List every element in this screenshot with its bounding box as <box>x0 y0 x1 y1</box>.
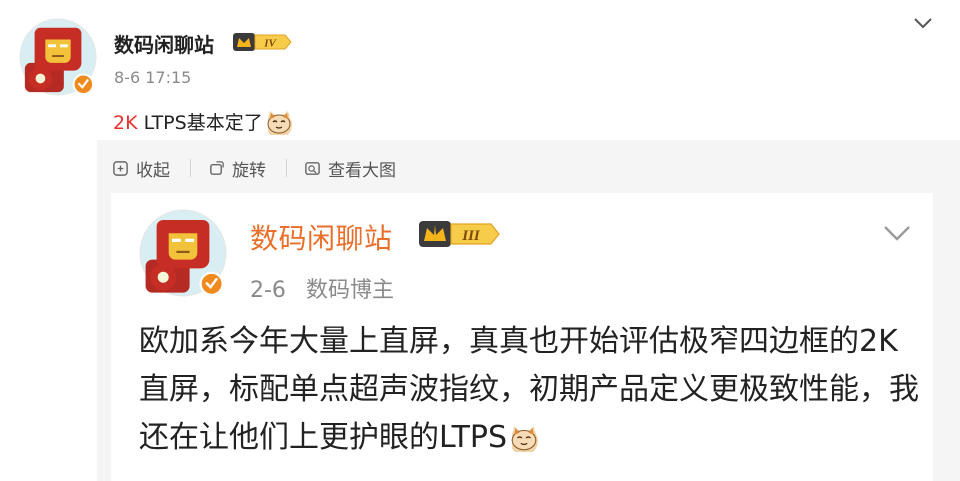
chevron-down-icon[interactable] <box>880 220 914 246</box>
quoted-post-text: 欧加系今年大量上直屏，真真也开始评估极窄四边框的2K直屏，标配单点超声波指纹，初… <box>139 318 919 462</box>
quoted-level-badge[interactable]: III <box>419 218 501 254</box>
level-badge[interactable]: IV <box>233 31 293 57</box>
view-large-label: 查看大图 <box>328 161 396 181</box>
post-text: 2K LTPS基本定了 <box>113 108 293 139</box>
rotate-button[interactable]: 旋转 <box>208 156 266 181</box>
rotate-label: 旋转 <box>232 161 266 181</box>
collapse-icon <box>113 161 128 176</box>
quoted-author-role: 数码博主 <box>305 278 394 303</box>
level-badge-text: IV <box>263 38 277 50</box>
post-text-body: LTPS基本定了 <box>137 112 263 134</box>
post-timestamp: 8-6 17:15 <box>114 68 192 87</box>
view-large-button[interactable]: 查看大图 <box>304 156 396 181</box>
author-name[interactable]: 数码闲聊站 <box>114 29 214 58</box>
magnify-icon <box>305 162 320 175</box>
cat-face-emoji-icon <box>509 419 539 456</box>
post-text-highlight: 2K <box>113 112 138 134</box>
cat-face-emoji-icon <box>265 109 293 139</box>
divider <box>190 159 191 177</box>
quoted-level-badge-text: III <box>461 228 481 244</box>
collapse-button[interactable]: 收起 <box>112 156 170 181</box>
chevron-down-icon[interactable] <box>912 15 934 33</box>
quoted-author-name[interactable]: 数码闲聊站 <box>250 217 393 257</box>
divider <box>286 159 287 177</box>
quoted-author-avatar[interactable] <box>139 209 227 297</box>
author-avatar[interactable] <box>19 18 97 96</box>
rotate-icon <box>210 161 224 175</box>
quoted-post-meta: 2-6 数码博主 <box>250 272 414 304</box>
collapse-label: 收起 <box>136 161 170 181</box>
quoted-post-date: 2-6 <box>250 278 286 303</box>
